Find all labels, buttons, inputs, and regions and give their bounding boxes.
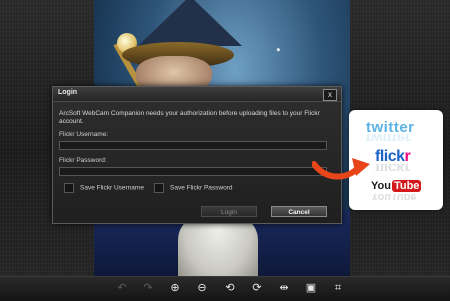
save-password-option[interactable]: Save Flickr Password [154,183,233,193]
flickr-logo-part2: r [404,148,411,165]
undo-icon[interactable]: ↶ [115,281,129,295]
close-button[interactable]: x [323,89,337,101]
twitter-logo-reflection: twitter [366,134,411,141]
flickr-logo-part1: flick [375,148,405,165]
photo-hat [138,0,242,46]
username-label: Flickr Username: [59,131,109,138]
youtube-logo-part1: You [371,180,391,192]
youtube-logo-reflection: YouTube [371,194,417,200]
save-username-label: Save Flickr Username [80,184,144,192]
youtube-logo-part2: Tube [391,180,422,192]
cancel-button[interactable]: Cancel [271,206,327,217]
save-username-option[interactable]: Save Flickr Username [64,183,144,193]
curved-arrow-icon [312,158,370,180]
flip-horizontal-icon[interactable]: ⇹ [277,281,291,295]
save-password-label: Save Flickr Password [170,184,233,192]
youtube-logo[interactable]: You Tube [371,180,422,192]
zoom-in-icon[interactable]: ⊕ [168,281,182,295]
dialog-titlebar: Login x [53,87,341,102]
username-input[interactable] [59,141,327,150]
save-username-checkbox[interactable] [64,183,74,193]
rotate-right-icon[interactable]: ⟳ [250,281,264,295]
fit-screen-icon[interactable]: ▣ [304,281,318,295]
auth-message: ArcSoft WebCam Companion needs your auth… [59,110,320,125]
crop-icon[interactable]: ⌗ [331,281,345,295]
login-button[interactable]: Login [201,206,257,217]
save-password-checkbox[interactable] [154,183,164,193]
password-label: Flickr Password: [59,157,107,164]
dialog-title: Login [58,89,78,96]
zoom-out-icon[interactable]: ⊖ [195,281,209,295]
flickr-logo-reflection: flickr [375,164,410,171]
password-input[interactable] [59,167,327,176]
rotate-left-icon[interactable]: ⟲ [223,281,237,295]
login-dialog: Login x [52,86,342,224]
redo-icon[interactable]: ↷ [141,281,155,295]
